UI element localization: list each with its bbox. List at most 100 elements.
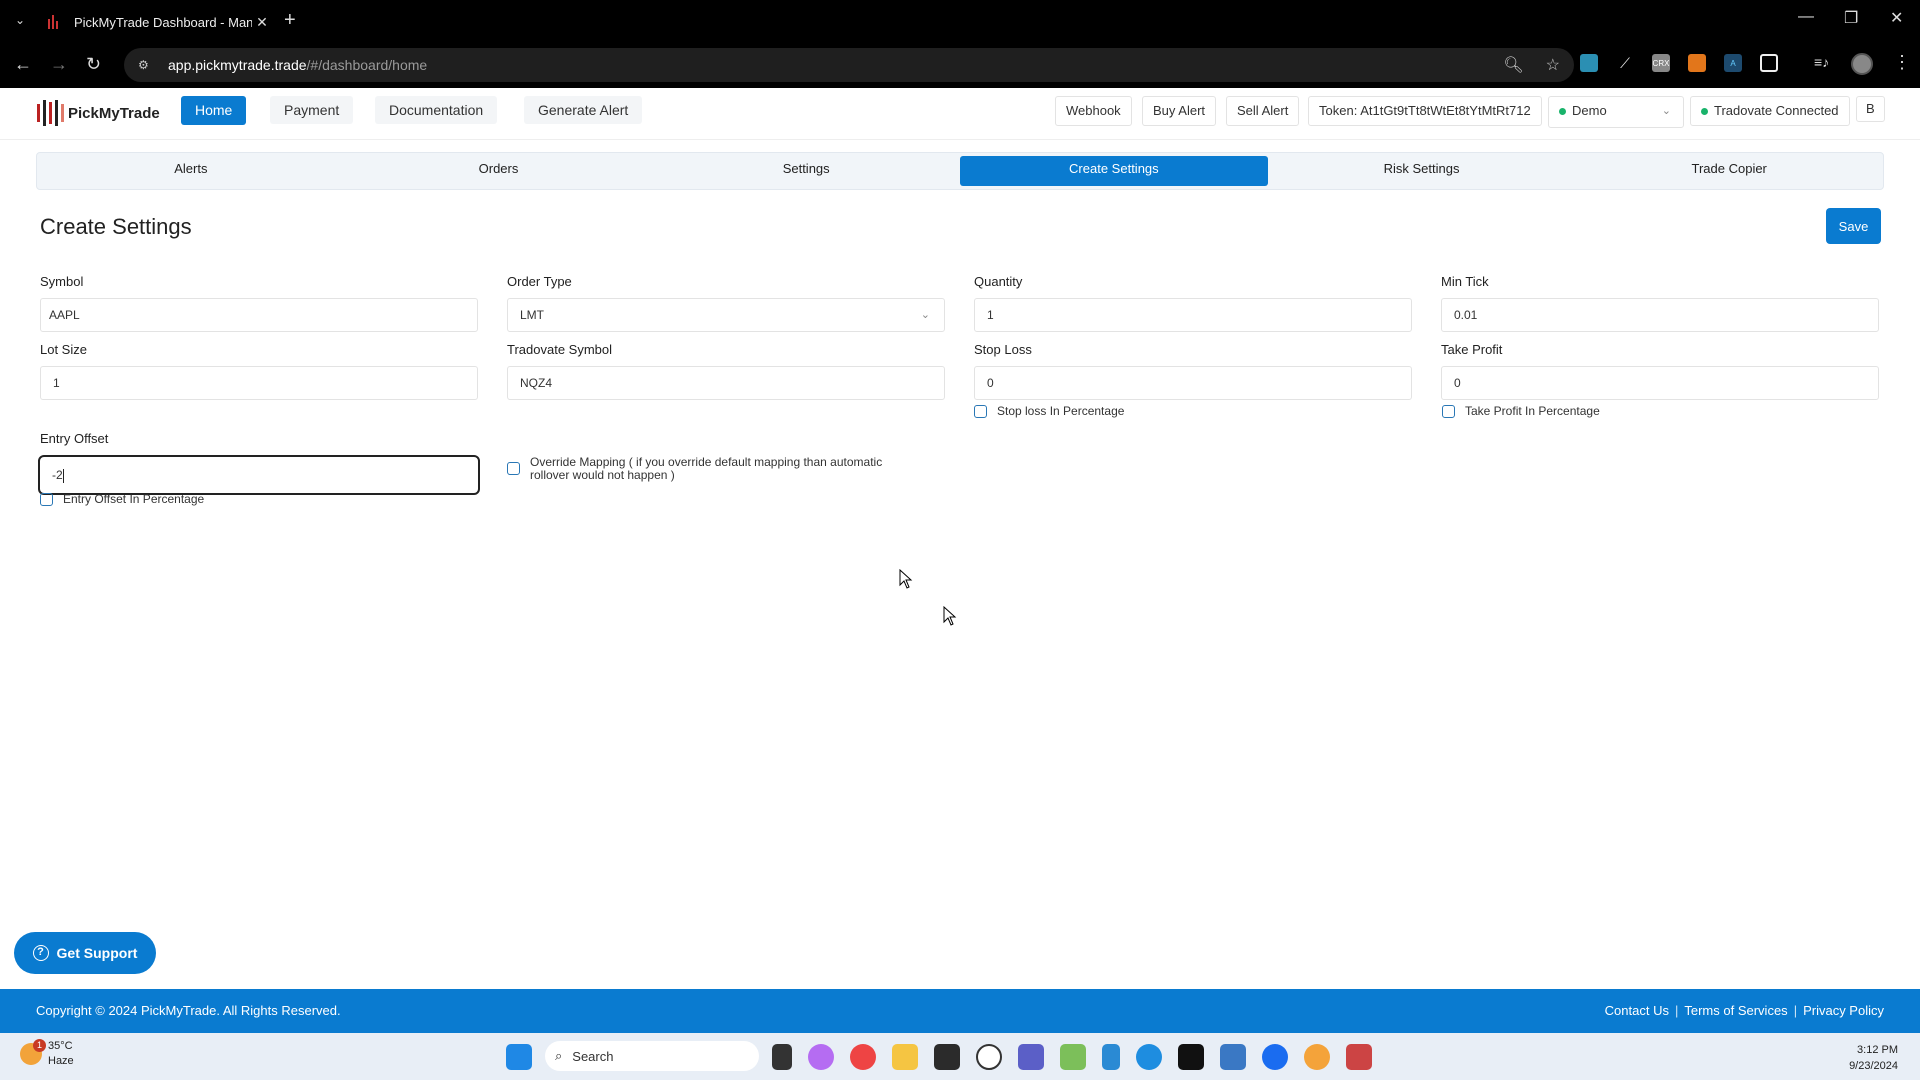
quantity-input[interactable]: 1: [974, 298, 1412, 332]
min-tick-label: Min Tick: [1441, 274, 1489, 289]
notepad-icon[interactable]: [1102, 1044, 1120, 1070]
restore-window-icon[interactable]: ❐: [1844, 8, 1858, 28]
status-dot-icon: [1559, 108, 1566, 116]
buy-alert-button[interactable]: Buy Alert: [1142, 96, 1217, 126]
tab-risk-settings[interactable]: Risk Settings: [1268, 156, 1576, 186]
skype-icon[interactable]: [1136, 1044, 1162, 1070]
checkbox-box[interactable]: [974, 405, 987, 418]
entry-offset-percentage-checkbox[interactable]: Entry Offset In Percentage: [40, 492, 204, 506]
nav-home[interactable]: Home: [181, 96, 247, 125]
new-tab-plus-icon[interactable]: +: [284, 10, 296, 30]
task-view-icon[interactable]: [772, 1044, 792, 1070]
whatsapp-icon[interactable]: [976, 1044, 1002, 1070]
crx-extension-icon[interactable]: CRX: [1652, 54, 1670, 72]
teams-icon[interactable]: [1018, 1044, 1044, 1070]
account-mode-select[interactable]: Demo ⌄: [1548, 96, 1684, 128]
take-profit-percentage-label: Take Profit In Percentage: [1465, 404, 1600, 418]
chrome-icon[interactable]: [850, 1044, 876, 1070]
taskbar-search[interactable]: ⌕ Search: [545, 1041, 759, 1071]
stop-loss-label: Stop Loss: [974, 342, 1032, 357]
min-tick-field: Min Tick 0.01: [1441, 274, 1879, 332]
save-button[interactable]: Save: [1826, 208, 1881, 244]
file-explorer-icon[interactable]: [892, 1044, 918, 1070]
metamask-fox-icon[interactable]: [1688, 54, 1706, 72]
network-share-icon[interactable]: [1220, 1044, 1246, 1070]
override-mapping-checkbox[interactable]: Override Mapping ( if you override defau…: [507, 456, 917, 482]
nav-documentation[interactable]: Documentation: [375, 96, 498, 124]
nav-payment[interactable]: Payment: [270, 96, 354, 124]
drafting-compass-icon[interactable]: A: [1724, 54, 1742, 72]
system-clock[interactable]: 3:12 PM 9/23/2024: [1849, 1042, 1898, 1074]
site-info-icon[interactable]: ⚙: [138, 58, 154, 72]
stop-loss-percentage-label: Stop loss In Percentage: [997, 404, 1125, 418]
entry-offset-input[interactable]: -2: [38, 455, 480, 495]
take-profit-label: Take Profit: [1441, 342, 1503, 357]
url-host: app.pickmytrade.trade: [168, 57, 307, 73]
logo[interactable]: PickMyTrade: [37, 98, 160, 128]
media-queue-icon[interactable]: ≡♪: [1814, 54, 1829, 70]
back-arrow-icon[interactable]: ←: [14, 54, 32, 75]
entry-offset-label: Entry Offset: [40, 431, 109, 446]
profile-avatar[interactable]: [1851, 53, 1873, 75]
tab-list-chevron-icon[interactable]: ⌄: [10, 10, 30, 30]
zoom-app-icon[interactable]: [1262, 1044, 1288, 1070]
symbol-label: Symbol: [40, 274, 84, 289]
minimize-icon[interactable]: —: [1798, 8, 1814, 26]
bookmark-star-icon[interactable]: ☆: [1546, 55, 1560, 75]
photos-pinwheel-icon[interactable]: [1304, 1044, 1330, 1070]
tab-orders[interactable]: Orders: [345, 156, 653, 186]
take-profit-percentage-checkbox[interactable]: Take Profit In Percentage: [1442, 404, 1600, 418]
get-support-button[interactable]: ? Get Support: [14, 932, 156, 974]
override-mapping-label: Override Mapping ( if you override defau…: [530, 455, 883, 482]
account-mode-value: Demo: [1572, 103, 1607, 118]
lot-size-input[interactable]: 1: [40, 366, 478, 400]
lot-size-label: Lot Size: [40, 342, 87, 357]
extensions-bar: ⟋ CRX A: [1580, 54, 1778, 72]
copilot-icon[interactable]: [808, 1044, 834, 1070]
nav-generate-alert[interactable]: Generate Alert: [524, 96, 643, 124]
checkbox-box[interactable]: [507, 462, 520, 475]
sell-alert-button[interactable]: Sell Alert: [1226, 96, 1300, 126]
paint-icon[interactable]: [1060, 1044, 1086, 1070]
symbol-input[interactable]: AAPL: [40, 298, 478, 332]
color-monitor-icon[interactable]: [1346, 1044, 1372, 1070]
order-type-field: Order Type LMT ⌄: [507, 274, 945, 332]
browser-menu-icon[interactable]: ⋮: [1893, 52, 1911, 73]
puzzle-extensions-icon[interactable]: [1760, 54, 1778, 72]
min-tick-input[interactable]: 0.01: [1441, 298, 1879, 332]
page-title: Create Settings: [40, 214, 192, 239]
close-window-icon[interactable]: ✕: [1890, 8, 1903, 28]
browser-tab[interactable]: PickMyTrade Dashboard - Mana ✕: [40, 6, 272, 38]
search-placeholder: Search: [572, 1048, 614, 1064]
contact-us-link[interactable]: Contact Us: [1605, 1003, 1669, 1018]
stop-loss-input[interactable]: 0: [974, 366, 1412, 400]
spider-web-extension-icon[interactable]: [1580, 54, 1598, 72]
sticky-notes-icon[interactable]: [934, 1044, 960, 1070]
windows-start-icon[interactable]: [506, 1044, 532, 1070]
quantity-label: Quantity: [974, 274, 1023, 289]
reload-icon[interactable]: ↻: [86, 54, 101, 75]
terms-of-services-link[interactable]: Terms of Services: [1684, 1003, 1787, 1018]
forward-arrow-icon[interactable]: →: [50, 54, 68, 75]
checkbox-box[interactable]: [40, 493, 53, 506]
privacy-policy-link[interactable]: Privacy Policy: [1803, 1003, 1884, 1018]
order-type-select[interactable]: LMT ⌄: [507, 298, 945, 332]
tradovate-symbol-input[interactable]: NQZ4: [507, 366, 945, 400]
token-button[interactable]: Token: At1tGt9tTt8tWtEt8tYtMtRt712: [1308, 96, 1542, 126]
broom-extension-icon[interactable]: ⟋: [1616, 54, 1634, 72]
tab-create-settings[interactable]: Create Settings: [960, 156, 1268, 186]
tab-alerts[interactable]: Alerts: [37, 156, 345, 186]
take-profit-input[interactable]: 0: [1441, 366, 1879, 400]
checkbox-box[interactable]: [1442, 405, 1455, 418]
address-bar[interactable]: ⚙ app.pickmytrade.trade/#/dashboard/home…: [124, 48, 1574, 82]
stop-loss-percentage-checkbox[interactable]: Stop loss In Percentage: [974, 404, 1124, 418]
pycharm-icon[interactable]: [1178, 1044, 1204, 1070]
tab-settings[interactable]: Settings: [652, 156, 960, 186]
zoom-magnifier-icon[interactable]: 🔍︎: [1503, 55, 1523, 75]
weather-condition: Haze: [48, 1055, 74, 1067]
webhook-button[interactable]: Webhook: [1055, 96, 1132, 126]
tab-trade-copier[interactable]: Trade Copier: [1575, 156, 1883, 186]
user-menu-button[interactable]: B: [1856, 96, 1885, 122]
close-tab-icon[interactable]: ✕: [252, 14, 272, 31]
weather-widget[interactable]: 1 35°C Haze: [20, 1039, 74, 1069]
